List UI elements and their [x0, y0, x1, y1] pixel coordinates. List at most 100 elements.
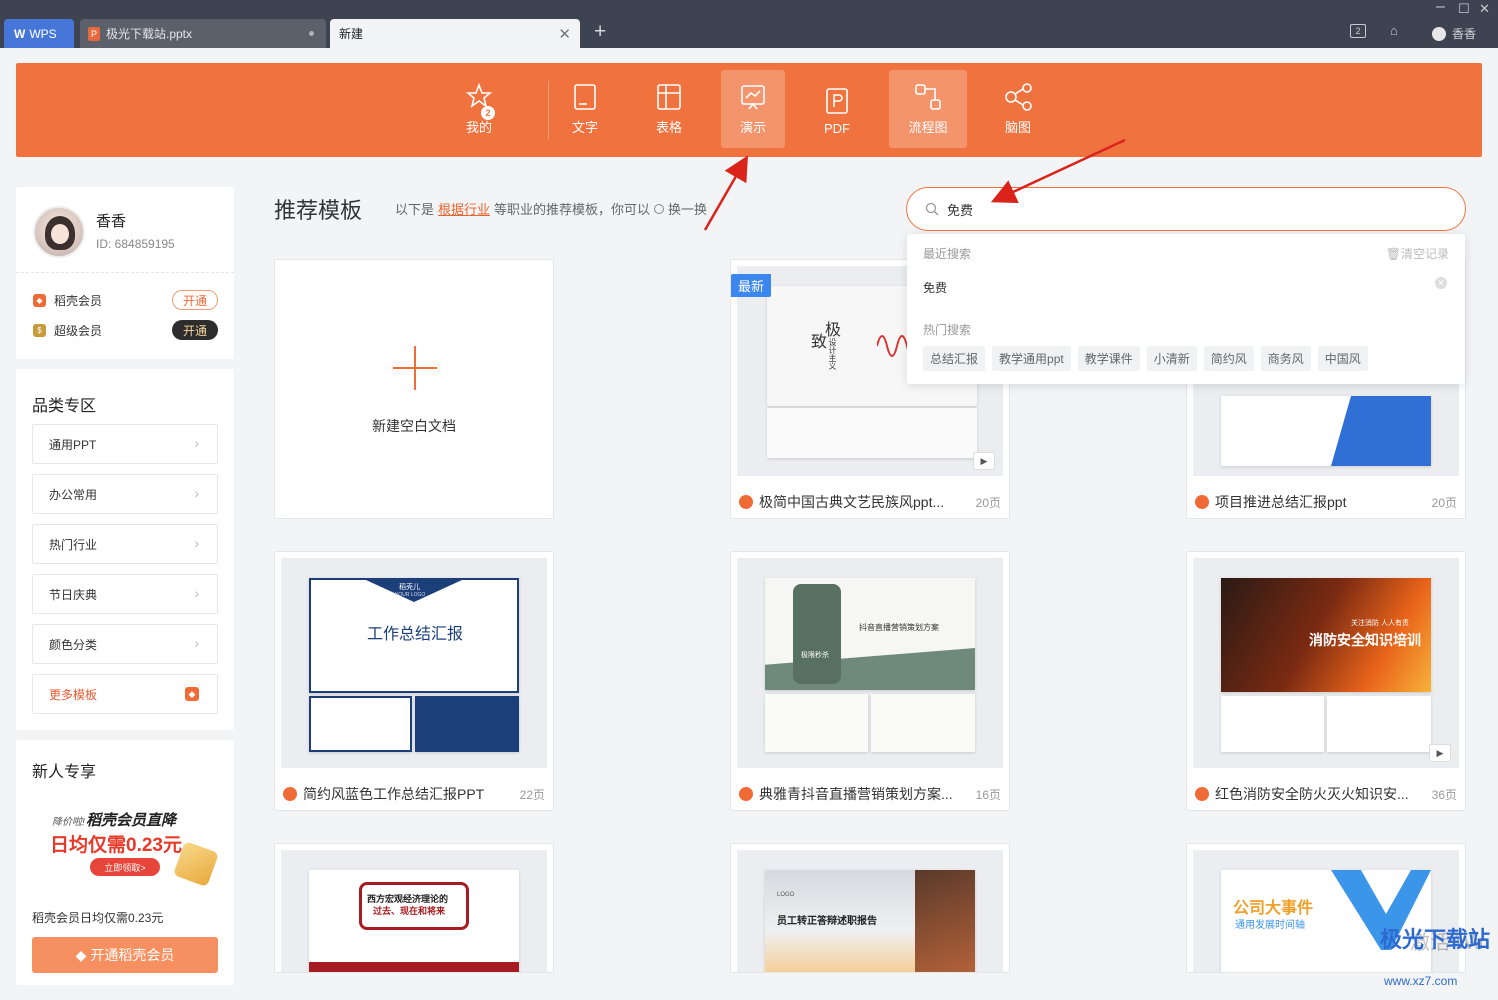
- hot-search-chip[interactable]: 简约风: [1203, 346, 1254, 371]
- chevron-right-icon: ›: [194, 535, 199, 551]
- play-icon[interactable]: ▶: [973, 452, 995, 470]
- hot-search-chip[interactable]: 小清新: [1146, 346, 1197, 371]
- recent-search-item[interactable]: 免费: [923, 279, 947, 296]
- nav-mine[interactable]: 2 我的: [447, 70, 511, 148]
- nav-writer[interactable]: 文字: [553, 70, 617, 148]
- hot-search-chip[interactable]: 商务风: [1260, 346, 1311, 371]
- slide-text: 公司大事件: [1233, 900, 1314, 917]
- category-general-ppt[interactable]: 通用PPT ›: [32, 424, 218, 464]
- remove-recent-icon[interactable]: ✕: [1435, 277, 1447, 289]
- docer-icon: ◆: [185, 687, 199, 701]
- template-card[interactable]: LOGO 员工转正答辩述职报告: [730, 843, 1010, 973]
- template-card[interactable]: 关注消防 人人有责 消防安全知识培训 ▶ 红色消防安全防火灭火知识安... 36…: [1186, 551, 1466, 811]
- docer-icon: [739, 495, 753, 509]
- skin-icon[interactable]: ⌂: [1390, 23, 1398, 38]
- nav-sheet[interactable]: 表格: [637, 70, 701, 148]
- hot-search-label: 热门搜索: [923, 323, 972, 337]
- arrow-to-presentation: [703, 155, 748, 231]
- hot-search-chip[interactable]: 教学通用ppt: [992, 346, 1071, 371]
- add-tab-button[interactable]: +: [594, 20, 606, 44]
- slide-preview: LOGO 员工转正答辩述职报告: [765, 870, 975, 972]
- recommend-subtitle: 以下是 根据行业 等职业的推荐模板，你可以 换一换: [395, 199, 707, 218]
- category-office[interactable]: 办公常用 ›: [32, 474, 218, 514]
- open-docer-button[interactable]: ◆ 开通稻壳会员: [32, 937, 218, 973]
- template-thumbnail: 西方宏观经济理论的 过去、现在和将来: [281, 850, 547, 972]
- docer-icon: [739, 787, 753, 801]
- minimize-button[interactable]: –: [1436, 0, 1445, 16]
- nav-presentation[interactable]: 演示: [721, 70, 785, 148]
- slide-thumb: [1327, 696, 1431, 752]
- category-label: 节日庆典: [49, 587, 98, 602]
- category-title: 品类专区: [32, 398, 97, 415]
- clear-history-button[interactable]: 🗑清空记录: [1386, 245, 1449, 262]
- slide-text: 稻壳儿: [399, 584, 420, 591]
- plus-icon: [393, 346, 437, 390]
- new-blank-document[interactable]: 新建空白文档: [274, 259, 554, 519]
- tab-wps[interactable]: W WPS: [4, 19, 74, 48]
- play-icon[interactable]: ▶: [1429, 744, 1451, 762]
- mindmap-icon: [1005, 83, 1032, 111]
- slide-strip: [767, 408, 977, 458]
- template-name: 简约风蓝色工作总结汇报PPT: [303, 786, 485, 802]
- template-card[interactable]: 西方宏观经济理论的 过去、现在和将来: [274, 843, 554, 973]
- docer-open-button[interactable]: 开通: [172, 290, 218, 310]
- nav-pdf[interactable]: PDF: [805, 70, 869, 148]
- avatar[interactable]: [33, 206, 85, 258]
- search-box[interactable]: 免费: [906, 187, 1466, 231]
- docer-icon: ◆: [75, 946, 87, 963]
- nav-flowchart[interactable]: 流程图: [889, 70, 967, 148]
- template-name: 极简中国古典文艺民族风ppt...: [759, 494, 945, 510]
- title-bar: W WPS P 极光下载站.pptx 新建 ✕ + 2 ⌂ 香香 – ☐ ✕: [0, 0, 1498, 48]
- nav-pdf-label: PDF: [824, 121, 850, 136]
- slide-text: 致: [811, 332, 828, 351]
- window-layout-icon[interactable]: 2: [1350, 24, 1366, 38]
- app-type-bar: 2 我的 文字 表格 演示 PDF 流程图 脑图: [16, 63, 1482, 157]
- docer-member-row: ◆ 稻壳会员: [33, 292, 102, 309]
- promo-banner[interactable]: 降价啦! 稻壳会员直降 日均仅需0.23元 立即领取>: [32, 796, 220, 892]
- trash-icon: 🗑: [1385, 247, 1401, 261]
- close-window-button[interactable]: ✕: [1479, 1, 1490, 17]
- slide-text: 过去、现在和将来: [373, 906, 446, 916]
- tab-new[interactable]: 新建 ✕: [330, 19, 580, 48]
- search-input[interactable]: 免费: [947, 200, 973, 219]
- template-thumbnail: LOGO 员工转正答辩述职报告: [737, 850, 1003, 972]
- refresh-icon[interactable]: [654, 203, 665, 214]
- nav-mindmap[interactable]: 脑图: [986, 70, 1050, 148]
- super-open-button[interactable]: 开通: [172, 320, 218, 340]
- category-industry[interactable]: 热门行业 ›: [32, 524, 218, 564]
- promo-claim-button[interactable]: 立即领取>: [90, 858, 160, 876]
- category-festival[interactable]: 节日庆典 ›: [32, 574, 218, 614]
- chevron-right-icon: ›: [194, 485, 199, 501]
- template-pages: 20页: [975, 496, 1001, 510]
- slide-building: [915, 870, 975, 972]
- close-tab-icon[interactable]: ✕: [558, 25, 571, 43]
- slide-preview: [1221, 396, 1431, 466]
- super-member-icon: $: [33, 324, 46, 337]
- tab-document[interactable]: P 极光下载站.pptx: [80, 19, 326, 48]
- top-user[interactable]: 香香: [1432, 25, 1476, 42]
- more-templates-button[interactable]: 更多模板 ◆: [32, 674, 218, 714]
- hot-search-chip[interactable]: 教学课件: [1077, 346, 1140, 371]
- hot-search-chip[interactable]: 中国风: [1317, 346, 1368, 371]
- tab-new-label: 新建: [339, 27, 364, 41]
- template-pages: 36页: [1431, 788, 1457, 802]
- search-dropdown: 最近搜索 🗑清空记录 免费 ✕ 热门搜索 总结汇报 教学通用ppt 教学课件 小…: [907, 234, 1465, 384]
- mine-badge: 2: [481, 106, 495, 120]
- industry-link[interactable]: 根据行业: [438, 199, 490, 218]
- chevron-right-icon: ›: [194, 585, 199, 601]
- template-card[interactable]: 稻壳儿 YOUR LOGO 工作总结汇报 简约风蓝色工作总结汇报PPT 22页: [274, 551, 554, 811]
- slide-thumb: [415, 696, 519, 752]
- nav-mindmap-label: 脑图: [1004, 120, 1031, 135]
- slide-preview: 西方宏观经济理论的 过去、现在和将来: [309, 870, 519, 972]
- category-label: 热门行业: [49, 537, 98, 552]
- category-color[interactable]: 颜色分类 ›: [32, 624, 218, 664]
- nav-divider: [548, 81, 549, 139]
- slide-text: 消防安全知识培训: [1309, 632, 1421, 648]
- hot-search-chip[interactable]: 总结汇报: [923, 346, 986, 371]
- refresh-link[interactable]: 换一换: [668, 199, 707, 218]
- docer-icon: [1195, 495, 1209, 509]
- template-card[interactable]: 抖音直播营销策划方案 极限秒杀 典雅青抖音直播营销策划方案... 16页: [730, 551, 1010, 811]
- pdf-icon: [826, 88, 848, 114]
- docer-icon: [1195, 787, 1209, 801]
- maximize-button[interactable]: ☐: [1458, 1, 1470, 17]
